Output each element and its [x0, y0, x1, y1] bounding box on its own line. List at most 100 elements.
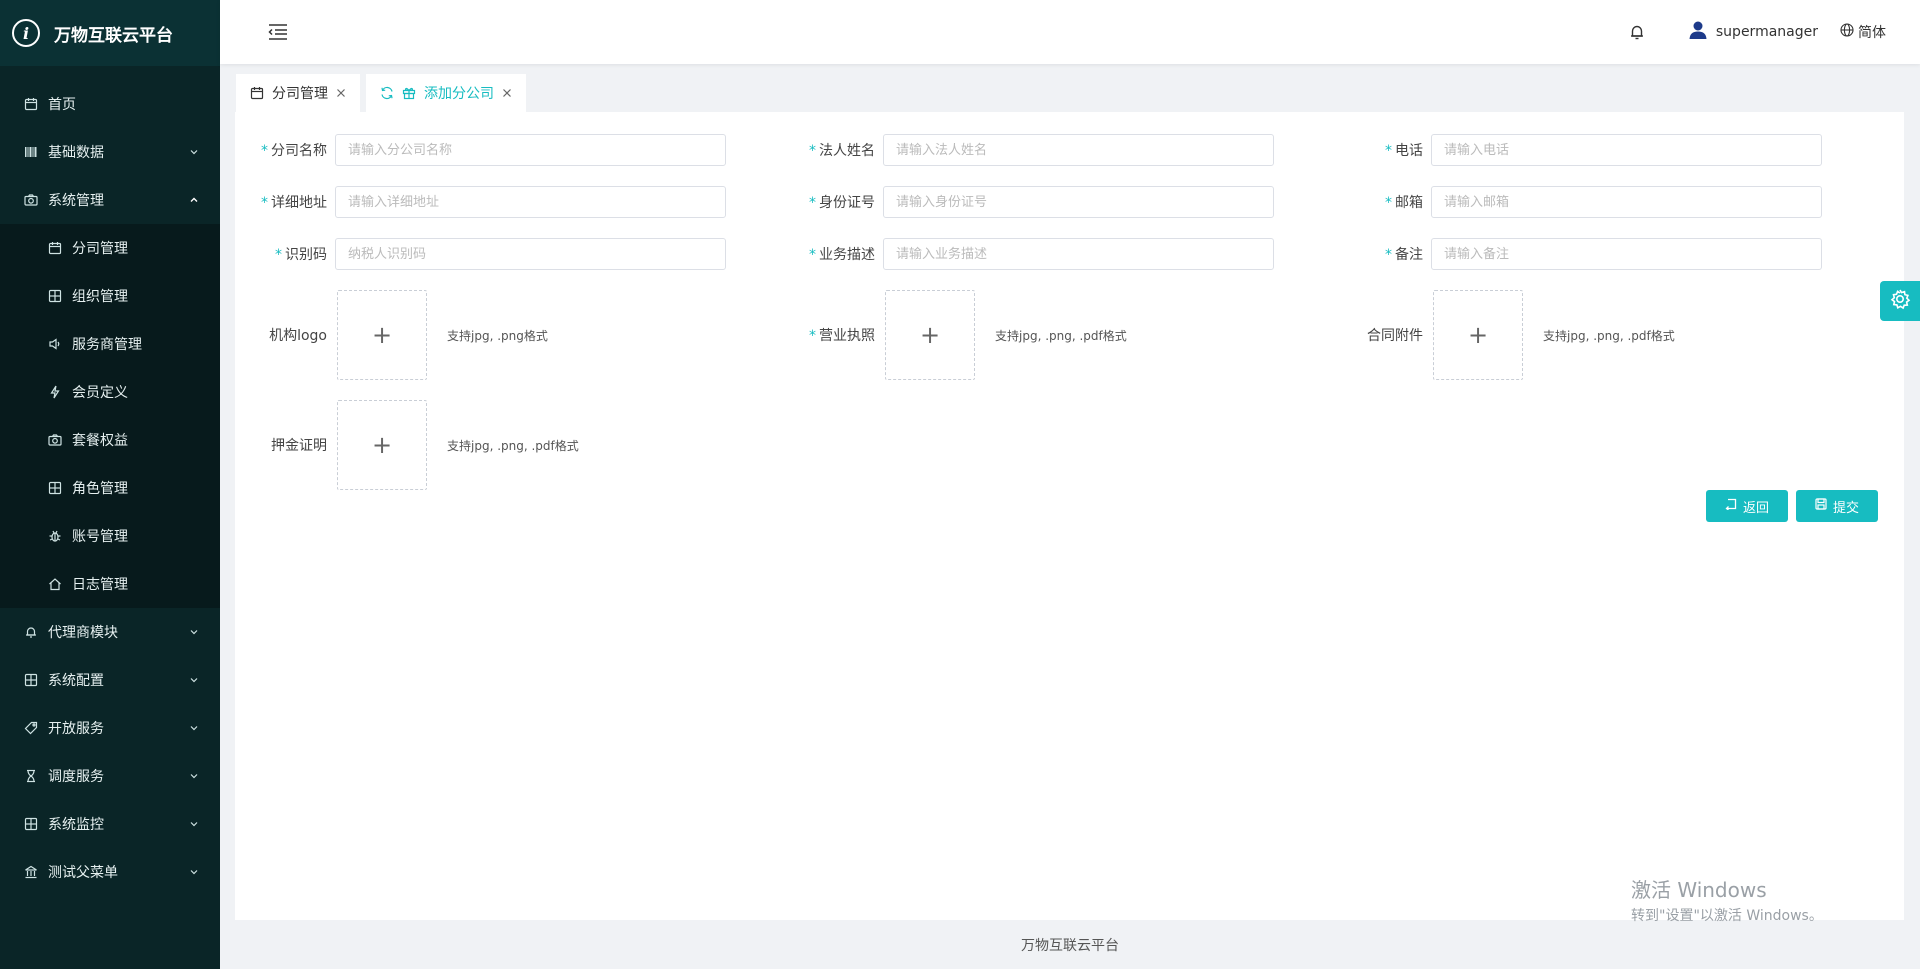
- legal-person-input[interactable]: [883, 134, 1274, 166]
- required-mark: *: [809, 195, 816, 211]
- sidebar-item-system-management[interactable]: 系统管理: [0, 176, 220, 224]
- back-button[interactable]: 返回: [1706, 490, 1788, 522]
- business-description-input[interactable]: [883, 238, 1274, 270]
- refresh-icon[interactable]: [380, 86, 394, 100]
- sidebar-item-system-config[interactable]: 系统配置: [0, 656, 220, 704]
- back-button-label: 返回: [1742, 500, 1769, 516]
- email-input[interactable]: [1431, 186, 1822, 218]
- barcode-icon: [24, 145, 38, 159]
- required-mark: *: [1385, 143, 1392, 159]
- phone-input[interactable]: [1431, 134, 1822, 166]
- field-label: * 备注: [1331, 244, 1431, 264]
- camera-icon: [24, 193, 38, 207]
- label-text: 法人姓名: [819, 143, 875, 159]
- field-label: * 识别码: [235, 244, 335, 264]
- close-icon[interactable]: [336, 88, 346, 98]
- remark-input[interactable]: [1431, 238, 1822, 270]
- chevron-down-icon: [188, 866, 200, 878]
- business-license-upload-button[interactable]: +: [885, 290, 975, 380]
- required-mark: *: [1385, 247, 1392, 263]
- content-right-gutter: [1904, 112, 1920, 920]
- plus-icon: +: [371, 321, 393, 349]
- tab-branch-management[interactable]: 分司管理: [236, 74, 360, 112]
- footer-text: 万物互联云平台: [1021, 937, 1119, 954]
- field-id-number: * 身份证号: [783, 186, 1274, 218]
- sidebar-item-test-parent-menu[interactable]: 测试父菜单: [0, 848, 220, 896]
- sidebar-item-label: 系统管理: [48, 193, 104, 209]
- settings-gear-button[interactable]: [1880, 281, 1920, 321]
- org-logo-upload-button[interactable]: +: [337, 290, 427, 380]
- chevron-down-icon: [188, 674, 200, 686]
- field-label: * 分司名称: [235, 140, 335, 160]
- sidebar-item-schedule-service[interactable]: 调度服务: [0, 752, 220, 800]
- language-switch[interactable]: 简体: [1840, 22, 1886, 42]
- contract-attachment-upload-button[interactable]: +: [1433, 290, 1523, 380]
- field-address: * 详细地址: [235, 186, 726, 218]
- bell-icon: [24, 625, 38, 639]
- id-number-input[interactable]: [883, 186, 1274, 218]
- sidebar-item-label: 首页: [48, 97, 76, 113]
- header-right: supermanager 简体: [1628, 0, 1886, 64]
- tax-id-input[interactable]: [335, 238, 726, 270]
- chevron-down-icon: [188, 626, 200, 638]
- chevron-down-icon: [188, 722, 200, 734]
- bell-icon[interactable]: [1628, 23, 1646, 41]
- deposit-proof-upload-button[interactable]: +: [337, 400, 427, 490]
- sidebar-item-label: 角色管理: [72, 481, 128, 497]
- sidebar-item-accounts[interactable]: 账号管理: [0, 512, 220, 560]
- required-mark: *: [275, 247, 282, 263]
- field-label: 押金证明: [271, 438, 327, 454]
- field-phone: * 电话: [1331, 134, 1822, 166]
- field-label: * 身份证号: [783, 192, 883, 212]
- field-label: * 营业执照: [783, 325, 883, 345]
- branch-name-input[interactable]: [335, 134, 726, 166]
- sidebar: i 万物互联云平台 首页 基础数据 系统管理 分司管理 组织管理 服务商管理 会…: [0, 0, 220, 969]
- upload-contract-attachment: 合同附件 + 支持jpg, .png, .pdf格式: [1331, 290, 1675, 380]
- required-mark: *: [261, 195, 268, 211]
- label-text: 详细地址: [271, 195, 327, 211]
- submit-button[interactable]: 提交: [1796, 490, 1878, 522]
- sidebar-item-base-data[interactable]: 基础数据: [0, 128, 220, 176]
- username: supermanager: [1715, 24, 1818, 40]
- sidebar-item-package-benefits[interactable]: 套餐权益: [0, 416, 220, 464]
- sidebar-item-system-monitor[interactable]: 系统监控: [0, 800, 220, 848]
- sidebar-item-open-service[interactable]: 开放服务: [0, 704, 220, 752]
- sidebar-item-label: 套餐权益: [72, 433, 128, 449]
- tab-add-branch[interactable]: 添加分公司: [366, 74, 526, 112]
- field-email: * 邮箱: [1331, 186, 1822, 218]
- required-mark: *: [1385, 195, 1392, 211]
- address-input[interactable]: [335, 186, 726, 218]
- sidebar-item-service-provider[interactable]: 服务商管理: [0, 320, 220, 368]
- label-text: 营业执照: [819, 328, 875, 344]
- sidebar-item-membership[interactable]: 会员定义: [0, 368, 220, 416]
- plus-icon: +: [919, 321, 941, 349]
- sidebar-item-roles[interactable]: 角色管理: [0, 464, 220, 512]
- sidebar-menu: 首页 基础数据 系统管理: [0, 80, 220, 224]
- bug-icon: [48, 529, 62, 543]
- upload-hint: 支持jpg, .png, .pdf格式: [447, 438, 579, 453]
- chevron-up-icon: [188, 194, 200, 206]
- required-mark: *: [809, 143, 816, 159]
- upload-hint: 支持jpg, .png, .pdf格式: [1543, 328, 1675, 343]
- sidebar-item-label: 组织管理: [72, 289, 128, 305]
- windows-activation-watermark: 激活 Windows 转到"设置"以激活 Windows。: [1631, 874, 1823, 925]
- sidebar-item-agent-module[interactable]: 代理商模块: [0, 608, 220, 656]
- required-mark: *: [809, 328, 816, 344]
- tab-bar: 分司管理 添加分公司: [236, 74, 526, 112]
- upload-hint: 支持jpg, .png格式: [447, 328, 548, 343]
- sidebar-item-logs[interactable]: 日志管理: [0, 560, 220, 608]
- lightning-icon: [48, 385, 62, 399]
- sidebar-item-organization[interactable]: 组织管理: [0, 272, 220, 320]
- label-text: 识别码: [285, 247, 327, 263]
- calendar-icon: [24, 97, 38, 111]
- watermark-line1: 激活 Windows: [1631, 878, 1767, 902]
- user-menu[interactable]: supermanager: [1688, 20, 1818, 44]
- chevron-down-icon: [188, 146, 200, 158]
- close-icon[interactable]: [502, 88, 512, 98]
- camera-icon: [48, 433, 62, 447]
- upload-business-license: * 营业执照 + 支持jpg, .png, .pdf格式: [783, 290, 1127, 380]
- sidebar-item-branch-management[interactable]: 分司管理: [0, 224, 220, 272]
- sidebar-item-home[interactable]: 首页: [0, 80, 220, 128]
- menu-collapse-icon[interactable]: [268, 22, 288, 42]
- sidebar-item-label: 会员定义: [72, 385, 128, 401]
